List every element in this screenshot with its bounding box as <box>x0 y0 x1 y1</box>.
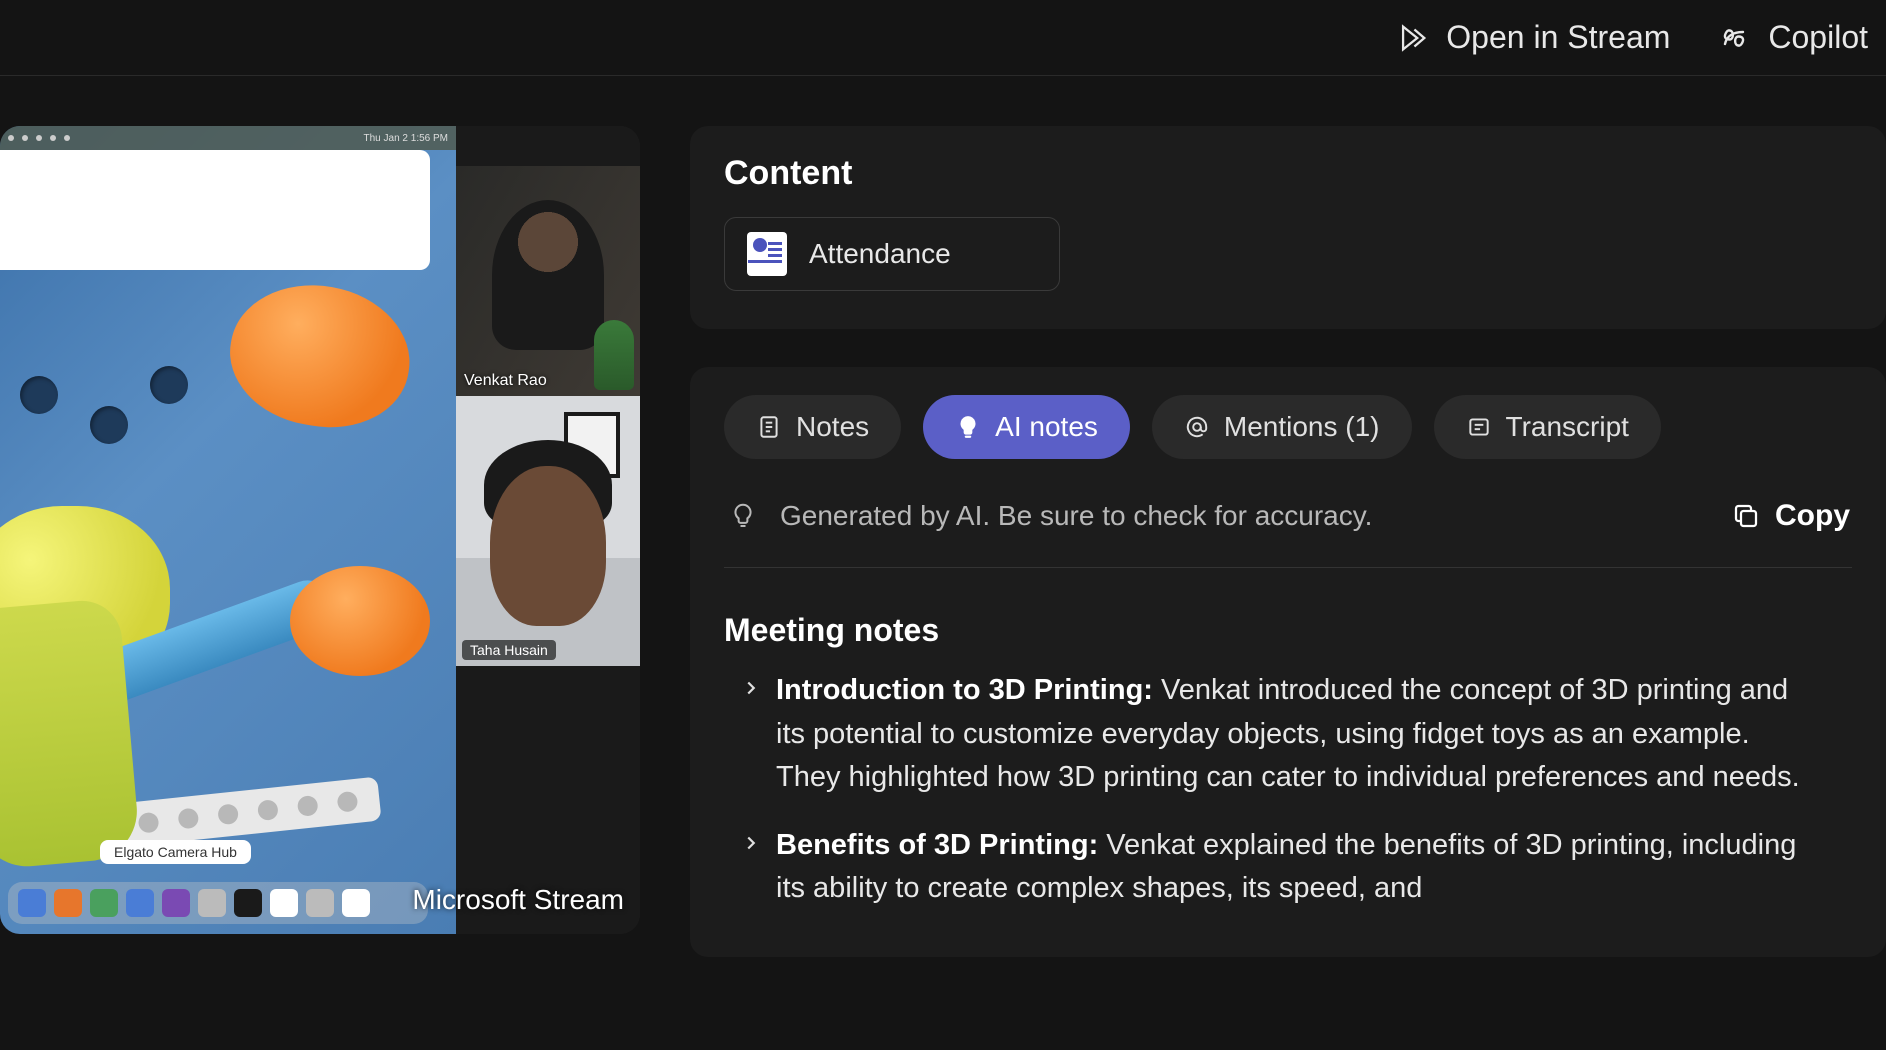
note-item: Introduction to 3D Printing: Venkat intr… <box>724 663 1852 818</box>
content-heading: Content <box>724 154 1852 193</box>
attendance-label: Attendance <box>809 238 951 270</box>
content-card: Content Attendance <box>690 126 1886 329</box>
menubar-clock: Thu Jan 2 1:56 PM <box>364 133 449 144</box>
chevron-right-icon[interactable] <box>740 677 762 800</box>
participant-name: Venkat Rao <box>464 372 547 390</box>
ai-disclaimer-banner: Generated by AI. Be sure to check for ac… <box>724 471 1852 568</box>
copilot-button[interactable]: Copilot <box>1716 19 1868 56</box>
participants-column: Venkat Rao Taha Husain <box>456 126 640 934</box>
note-text: Benefits of 3D Printing: Venkat explaine… <box>776 824 1816 911</box>
attendance-button[interactable]: Attendance <box>724 217 1060 291</box>
mac-menubar: Thu Jan 2 1:56 PM <box>0 126 456 150</box>
notes-card: Notes AI notes Mentions (1) Transcript <box>690 367 1886 957</box>
camera-hub-label: Elgato Camera Hub <box>100 840 251 864</box>
tabs-row: Notes AI notes Mentions (1) Transcript <box>724 395 1852 459</box>
meeting-notes-body: Meeting notes Introduction to 3D Printin… <box>724 568 1852 929</box>
meeting-notes-heading: Meeting notes <box>724 612 1852 649</box>
detail-panel: Content Attendance Notes AI notes Mentio… <box>644 76 1886 1050</box>
participant-tile[interactable]: Taha Husain <box>456 396 640 666</box>
ai-disclaimer-text: Generated by AI. Be sure to check for ac… <box>780 500 1372 532</box>
open-in-stream-label: Open in Stream <box>1446 19 1670 56</box>
tab-notes-label: Notes <box>796 411 869 443</box>
top-bar: Open in Stream Copilot <box>0 0 1886 76</box>
tab-transcript-label: Transcript <box>1506 411 1629 443</box>
tab-mentions-label: Mentions (1) <box>1224 411 1380 443</box>
copilot-icon <box>1716 20 1752 56</box>
shared-screen: Thu Jan 2 1:56 PM Elgato Camera Hub <box>0 126 456 934</box>
stream-overlay-label: Microsoft Stream <box>412 884 624 916</box>
note-item: Benefits of 3D Printing: Venkat explaine… <box>724 818 1852 929</box>
lightbulb-icon <box>955 414 981 440</box>
video-panel: Thu Jan 2 1:56 PM Elgato Camera Hub <box>0 76 644 1050</box>
at-icon <box>1184 414 1210 440</box>
lightbulb-outline-icon <box>728 501 758 531</box>
copilot-label: Copilot <box>1768 19 1868 56</box>
copy-button[interactable]: Copy <box>1731 499 1850 533</box>
video-frame[interactable]: Thu Jan 2 1:56 PM Elgato Camera Hub <box>0 126 640 934</box>
tab-ai-notes-label: AI notes <box>995 411 1098 443</box>
tab-transcript[interactable]: Transcript <box>1434 395 1661 459</box>
main-area: Thu Jan 2 1:56 PM Elgato Camera Hub <box>0 76 1886 1050</box>
tab-ai-notes[interactable]: AI notes <box>923 395 1130 459</box>
chevron-right-icon[interactable] <box>740 832 762 911</box>
copy-icon <box>1731 501 1761 531</box>
note-text: Introduction to 3D Printing: Venkat intr… <box>776 669 1816 800</box>
open-in-stream-button[interactable]: Open in Stream <box>1396 19 1670 56</box>
mac-dock <box>8 882 428 924</box>
participant-tag: Taha Husain <box>462 640 556 660</box>
tab-mentions[interactable]: Mentions (1) <box>1152 395 1412 459</box>
attendance-report-icon <box>747 232 787 276</box>
copy-label: Copy <box>1775 499 1850 533</box>
open-in-stream-icon <box>1396 21 1430 55</box>
notes-icon <box>756 414 782 440</box>
participant-tile[interactable] <box>456 166 640 396</box>
transcript-icon <box>1466 414 1492 440</box>
tab-notes[interactable]: Notes <box>724 395 901 459</box>
